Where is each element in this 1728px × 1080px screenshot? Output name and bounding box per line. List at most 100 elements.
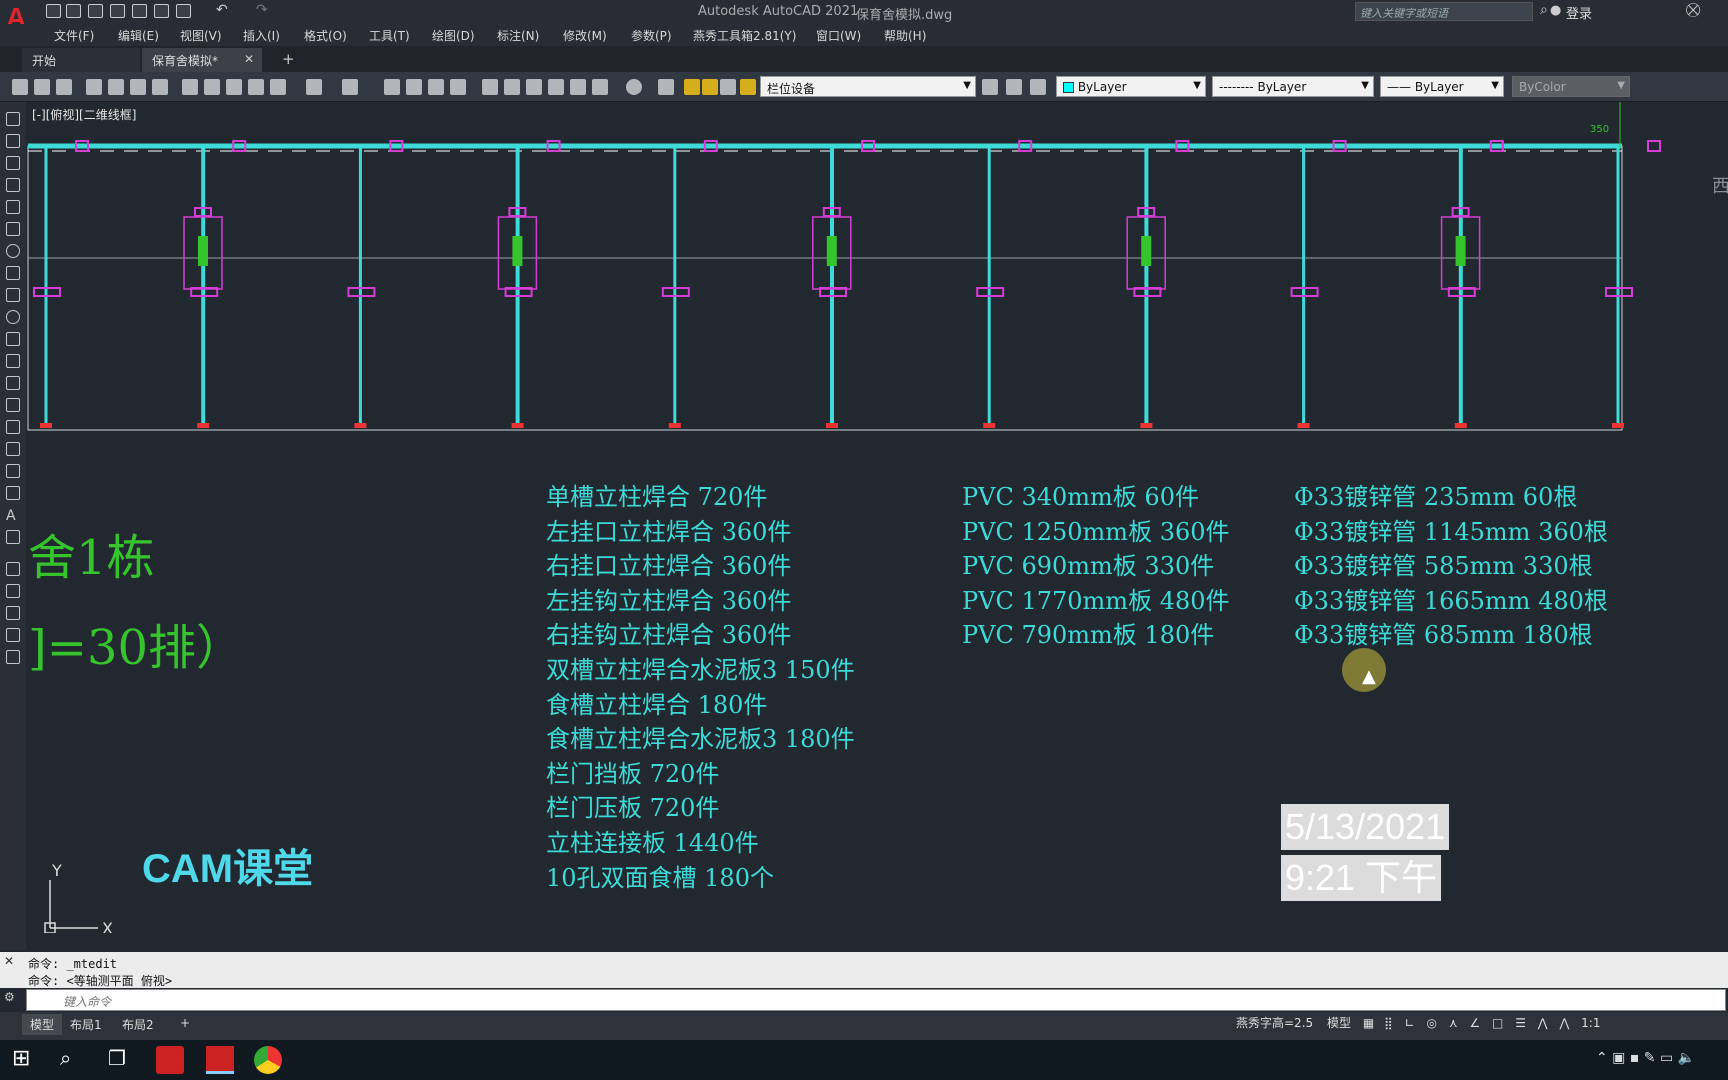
sheet-set-icon[interactable] (548, 79, 564, 95)
menu-help[interactable]: 帮助(H) (884, 27, 926, 44)
layer-previous-icon[interactable] (1006, 79, 1022, 95)
publish-icon[interactable] (132, 4, 147, 18)
save-as-icon[interactable] (110, 4, 125, 18)
menu-view[interactable]: 视图(V) (180, 27, 222, 44)
hatch-icon[interactable] (6, 420, 20, 434)
qopen-icon[interactable] (34, 79, 50, 95)
table-icon[interactable] (6, 486, 20, 500)
polar-icon[interactable]: ◎ (1427, 1016, 1437, 1030)
close-command-icon[interactable]: ✕ (4, 954, 14, 968)
menu-format[interactable]: 格式(O) (304, 27, 347, 44)
region-icon[interactable] (6, 464, 20, 478)
scale-dropdown[interactable]: 1:1 (1581, 1016, 1600, 1030)
ellipse-arc-icon[interactable] (6, 332, 20, 346)
task-view-icon[interactable]: ❐ (108, 1046, 136, 1074)
make-block-icon[interactable] (6, 376, 20, 390)
zoom-realtime-icon[interactable] (406, 79, 422, 95)
layer-lock-icon[interactable] (740, 79, 756, 95)
rectangle-icon[interactable] (6, 200, 20, 214)
menu-insert[interactable]: 插入(I) (243, 27, 280, 44)
osnap-icon[interactable]: □ (1492, 1016, 1503, 1030)
tab-model[interactable]: 模型 (22, 1014, 63, 1035)
windows-start-icon[interactable]: ⊞ (12, 1046, 40, 1074)
circle-icon[interactable] (6, 244, 20, 258)
print-icon[interactable] (176, 4, 191, 18)
revcloud-icon[interactable] (6, 266, 20, 280)
menu-draw[interactable]: 绘图(D) (432, 27, 475, 44)
publish-toolbar-icon[interactable] (130, 79, 146, 95)
qnew-icon[interactable] (12, 79, 28, 95)
add-tab-icon[interactable]: + (282, 50, 295, 68)
viewcube-compass[interactable]: 西 (1712, 176, 1728, 197)
text-height-status[interactable]: 燕秀字高=2.5 (1236, 1016, 1313, 1030)
dim-continue-icon[interactable] (6, 650, 20, 664)
color-dropdown[interactable]: ByLayer ▼ (1056, 76, 1206, 97)
arc-icon[interactable] (6, 222, 20, 236)
qsave-icon[interactable] (56, 79, 72, 95)
dim-linear-icon[interactable] (6, 562, 20, 576)
menu-window[interactable]: 窗口(W) (816, 27, 861, 44)
lineweight-dropdown[interactable]: —— ByLayer ▼ (1380, 76, 1504, 97)
tab-start[interactable]: 开始 (22, 48, 140, 72)
block-editor-icon[interactable] (270, 79, 286, 95)
polygon-icon[interactable] (6, 178, 20, 192)
tab-layout2[interactable]: 布局2 (114, 1014, 162, 1035)
point-icon[interactable] (6, 398, 20, 412)
markup-icon[interactable] (570, 79, 586, 95)
autocad-taskbar-icon[interactable] (206, 1046, 234, 1074)
lineweight-icon[interactable]: ☰ (1515, 1016, 1526, 1030)
search-input[interactable]: 键入关键字或短语 (1355, 2, 1533, 21)
system-tray[interactable]: ⌃ ▣ ▪ ✎ ▭ 🔈 (1596, 1050, 1695, 1066)
insert-block-icon[interactable] (6, 354, 20, 368)
snap-icon[interactable]: ⣿ (1384, 1016, 1393, 1030)
help-icon[interactable] (626, 79, 642, 95)
gradient-icon[interactable] (6, 442, 20, 456)
match-properties-icon[interactable] (248, 79, 264, 95)
chrome-icon[interactable] (254, 1046, 282, 1074)
undo-icon[interactable]: ↶ (216, 2, 228, 18)
login-link[interactable]: 登录 (1566, 3, 1592, 22)
menu-parametric[interactable]: 参数(P) (631, 27, 672, 44)
make-current-layer-icon[interactable] (982, 79, 998, 95)
3d-dwf-icon[interactable] (152, 79, 168, 95)
copy-icon[interactable] (204, 79, 220, 95)
dim-radius-icon[interactable] (6, 606, 20, 620)
dim-aligned-icon[interactable] (6, 584, 20, 598)
redo-icon[interactable]: ↷ (256, 2, 268, 18)
plotstyle-dropdown[interactable]: ByColor ▼ (1512, 76, 1630, 97)
layer-properties-icon[interactable] (658, 79, 674, 95)
ellipse-icon[interactable] (6, 310, 20, 324)
annotation-visibility-icon[interactable]: ⋀ (1538, 1016, 1548, 1030)
tool-palettes-icon[interactable] (526, 79, 542, 95)
menu-edit[interactable]: 编辑(E) (118, 27, 159, 44)
dim-baseline-icon[interactable] (6, 628, 20, 642)
line-icon[interactable] (6, 112, 20, 126)
tab-layout1[interactable]: 布局1 (62, 1014, 110, 1035)
menu-tools[interactable]: 工具(T) (369, 27, 410, 44)
close-tab-icon[interactable]: ✕ (244, 52, 254, 66)
add-selected-icon[interactable] (6, 530, 20, 544)
mtext-icon[interactable]: A (6, 508, 20, 524)
cart-icon[interactable]: ⛒ (1686, 2, 1700, 18)
plot-toolbar-icon[interactable] (86, 79, 102, 95)
model-space-toggle[interactable]: 模型 (1327, 1016, 1351, 1030)
command-input[interactable]: 键入命令 (26, 989, 1726, 1011)
redo-toolbar-icon[interactable] (342, 79, 358, 95)
menu-dimension[interactable]: 标注(N) (497, 27, 539, 44)
menu-yanxiu[interactable]: 燕秀工具箱2.81(Y) (693, 27, 796, 44)
open-icon[interactable] (66, 4, 81, 18)
plot-icon[interactable] (154, 4, 169, 18)
design-center-icon[interactable] (504, 79, 520, 95)
paste-icon[interactable] (226, 79, 242, 95)
grid-icon[interactable]: ▦ (1363, 1016, 1374, 1030)
search-icon[interactable]: ⌕ (1540, 2, 1548, 18)
spline-icon[interactable] (6, 288, 20, 302)
polyline-icon[interactable] (6, 156, 20, 170)
taskbar-search-icon[interactable]: ⌕ (60, 1046, 88, 1074)
preview-icon[interactable] (108, 79, 124, 95)
save-icon[interactable] (88, 4, 103, 18)
new-icon[interactable] (46, 4, 61, 18)
zoom-window-icon[interactable] (428, 79, 444, 95)
customize-icon[interactable]: ⚙ (4, 990, 15, 1004)
zoom-previous-icon[interactable] (450, 79, 466, 95)
